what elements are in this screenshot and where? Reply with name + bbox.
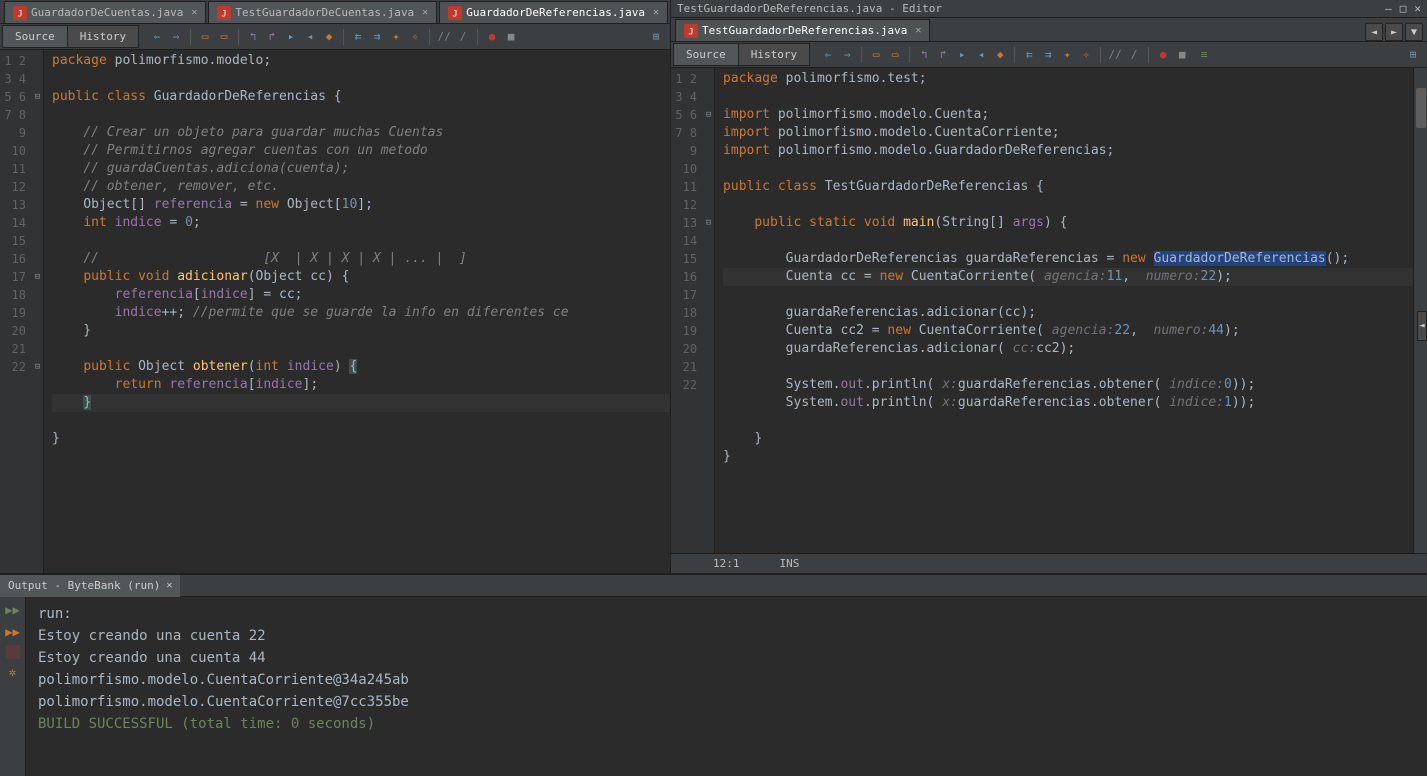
mark-icon[interactable]: ▸ bbox=[283, 29, 299, 45]
tab-label: TestGuardadorDeCuentas.java bbox=[235, 6, 414, 19]
uncomment-icon[interactable]: / bbox=[455, 29, 471, 45]
maximize-icon[interactable]: □ bbox=[1400, 2, 1407, 15]
tab-guardador-cuentas[interactable]: J GuardadorDeCuentas.java ✕ bbox=[4, 1, 206, 23]
shift-right-icon[interactable]: ⇉ bbox=[369, 29, 385, 45]
right-tab-bar: J TestGuardadorDeReferencias.java ✕ ◄ ► … bbox=[671, 18, 1427, 42]
highlight-icon[interactable]: ◆ bbox=[321, 29, 337, 45]
scroll-thumb[interactable] bbox=[1416, 88, 1426, 128]
java-file-icon: J bbox=[684, 24, 698, 38]
find-prev-icon[interactable]: ↰ bbox=[916, 47, 932, 63]
ref-icon[interactable]: ✦ bbox=[1059, 47, 1075, 63]
uncomment-icon[interactable]: / bbox=[1126, 47, 1142, 63]
select2-icon[interactable]: ▭ bbox=[216, 29, 232, 45]
svg-text:J: J bbox=[453, 9, 458, 19]
minimize-icon[interactable]: — bbox=[1385, 2, 1392, 15]
java-file-icon: J bbox=[13, 6, 27, 20]
window-title-bar[interactable]: TestGuardadorDeReferencias.java - Editor… bbox=[671, 0, 1427, 18]
output-panel: Output - ByteBank (run) ✕ ▶▶ ▶▶ ✲ run:Es… bbox=[0, 573, 1427, 776]
window-title: TestGuardadorDeReferencias.java - Editor bbox=[677, 2, 942, 15]
ref2-icon[interactable]: ✧ bbox=[407, 29, 423, 45]
fold-gutter: ⊟⊟⊟ bbox=[32, 50, 44, 573]
mark-icon[interactable]: ▸ bbox=[954, 47, 970, 63]
tab-test-guardador-referencias[interactable]: J TestGuardadorDeReferencias.java ✕ bbox=[675, 19, 930, 41]
java-file-icon: J bbox=[217, 6, 231, 20]
nav-back-icon[interactable]: ⇐ bbox=[820, 47, 836, 63]
tab-test-guardador-cuentas[interactable]: J TestGuardadorDeCuentas.java ✕ bbox=[208, 1, 437, 23]
close-icon[interactable]: ✕ bbox=[422, 7, 428, 18]
close-icon[interactable]: ✕ bbox=[653, 7, 659, 18]
nav-fwd-icon[interactable]: ⇒ bbox=[839, 47, 855, 63]
tab-label: GuardadorDeCuentas.java bbox=[31, 6, 183, 19]
history-button[interactable]: History bbox=[68, 26, 138, 47]
side-handle-icon[interactable]: ◄ bbox=[1417, 311, 1427, 341]
mark2-icon[interactable]: ◂ bbox=[302, 29, 318, 45]
output-tab-label: Output - ByteBank (run) bbox=[8, 579, 160, 592]
ref2-icon[interactable]: ✧ bbox=[1078, 47, 1094, 63]
output-tab-bar: Output - ByteBank (run) ✕ bbox=[0, 575, 1427, 597]
rerun-icon[interactable]: ▶▶ bbox=[4, 601, 22, 619]
close-icon[interactable]: ✕ bbox=[166, 580, 172, 591]
stop-icon[interactable]: ■ bbox=[1174, 47, 1190, 63]
insert-mode: INS bbox=[780, 557, 800, 570]
settings-icon[interactable]: ✲ bbox=[4, 663, 22, 681]
nav-prev-icon[interactable]: ◄ bbox=[1365, 23, 1383, 41]
svg-text:J: J bbox=[222, 9, 227, 19]
expand-icon[interactable]: ⊞ bbox=[1405, 47, 1421, 63]
left-editor-pane: J GuardadorDeCuentas.java ✕ J TestGuarda… bbox=[0, 0, 671, 573]
right-code-editor[interactable]: 1 2 3 4 5 6 7 8 9 10 11 12 13 14 15 16 1… bbox=[671, 68, 1427, 553]
nav-dropdown-icon[interactable]: ▼ bbox=[1405, 23, 1423, 41]
nav-fwd-icon[interactable]: ⇒ bbox=[168, 29, 184, 45]
record-icon[interactable]: ● bbox=[484, 29, 500, 45]
select-icon[interactable]: ▭ bbox=[868, 47, 884, 63]
find-next-icon[interactable]: ↱ bbox=[264, 29, 280, 45]
source-button[interactable]: Source bbox=[3, 26, 68, 47]
run-icon[interactable]: ▶▶ bbox=[4, 623, 22, 641]
comment-icon[interactable]: // bbox=[436, 29, 452, 45]
left-tab-bar: J GuardadorDeCuentas.java ✕ J TestGuarda… bbox=[0, 0, 670, 24]
bars-icon[interactable]: ≡ bbox=[1196, 47, 1212, 63]
close-icon[interactable]: ✕ bbox=[915, 25, 921, 36]
source-button[interactable]: Source bbox=[674, 44, 739, 65]
comment-icon[interactable]: // bbox=[1107, 47, 1123, 63]
right-editor-toolbar: Source History ⇐ ⇒ ▭ ▭ ↰ ↱ ▸ ◂ ◆ ⇇ bbox=[671, 42, 1427, 68]
expand-icon[interactable]: ⊞ bbox=[648, 29, 664, 45]
find-next-icon[interactable]: ↱ bbox=[935, 47, 951, 63]
stop-icon[interactable]: ■ bbox=[503, 29, 519, 45]
select-icon[interactable]: ▭ bbox=[197, 29, 213, 45]
svg-text:J: J bbox=[688, 27, 693, 37]
tab-label: GuardadorDeReferencias.java bbox=[466, 6, 645, 19]
line-gutter: 1 2 3 4 5 6 7 8 9 10 11 12 13 14 15 16 1… bbox=[671, 68, 703, 553]
history-button[interactable]: History bbox=[739, 44, 809, 65]
code-content[interactable]: package polimorfismo.modelo; public clas… bbox=[44, 50, 670, 573]
tab-guardador-referencias[interactable]: J GuardadorDeReferencias.java ✕ bbox=[439, 1, 668, 23]
shift-right-icon[interactable]: ⇉ bbox=[1040, 47, 1056, 63]
tab-label: TestGuardadorDeReferencias.java bbox=[702, 24, 907, 37]
select2-icon[interactable]: ▭ bbox=[887, 47, 903, 63]
highlight-icon[interactable]: ◆ bbox=[992, 47, 1008, 63]
shift-left-icon[interactable]: ⇇ bbox=[1021, 47, 1037, 63]
line-gutter: 1 2 3 4 5 6 7 8 9 10 11 12 13 14 15 16 1… bbox=[0, 50, 32, 573]
output-sidebar: ▶▶ ▶▶ ✲ bbox=[0, 597, 26, 776]
mark2-icon[interactable]: ◂ bbox=[973, 47, 989, 63]
record-icon[interactable]: ● bbox=[1155, 47, 1171, 63]
left-editor-toolbar: Source History ⇐ ⇒ ▭ ▭ ↰ ↱ ▸ ◂ ◆ ⇇ bbox=[0, 24, 670, 50]
nav-next-icon[interactable]: ► bbox=[1385, 23, 1403, 41]
fold-gutter: ⊟⊟ bbox=[703, 68, 715, 553]
ref-icon[interactable]: ✦ bbox=[388, 29, 404, 45]
close-icon[interactable]: ✕ bbox=[191, 7, 197, 18]
nav-back-icon[interactable]: ⇐ bbox=[149, 29, 165, 45]
stop-output-icon[interactable] bbox=[6, 645, 20, 659]
code-content[interactable]: package polimorfismo.test; import polimo… bbox=[715, 68, 1413, 553]
right-editor-window: TestGuardadorDeReferencias.java - Editor… bbox=[671, 0, 1427, 573]
output-text[interactable]: run:Estoy creando una cuenta 22Estoy cre… bbox=[26, 597, 1427, 776]
java-file-icon: J bbox=[448, 6, 462, 20]
find-prev-icon[interactable]: ↰ bbox=[245, 29, 261, 45]
status-bar: 12:1 INS bbox=[671, 553, 1427, 573]
shift-left-icon[interactable]: ⇇ bbox=[350, 29, 366, 45]
cursor-position: 12:1 bbox=[713, 557, 740, 570]
svg-text:J: J bbox=[17, 9, 22, 19]
output-tab[interactable]: Output - ByteBank (run) ✕ bbox=[0, 575, 180, 597]
left-code-editor[interactable]: 1 2 3 4 5 6 7 8 9 10 11 12 13 14 15 16 1… bbox=[0, 50, 670, 573]
close-window-icon[interactable]: ✕ bbox=[1414, 2, 1421, 15]
